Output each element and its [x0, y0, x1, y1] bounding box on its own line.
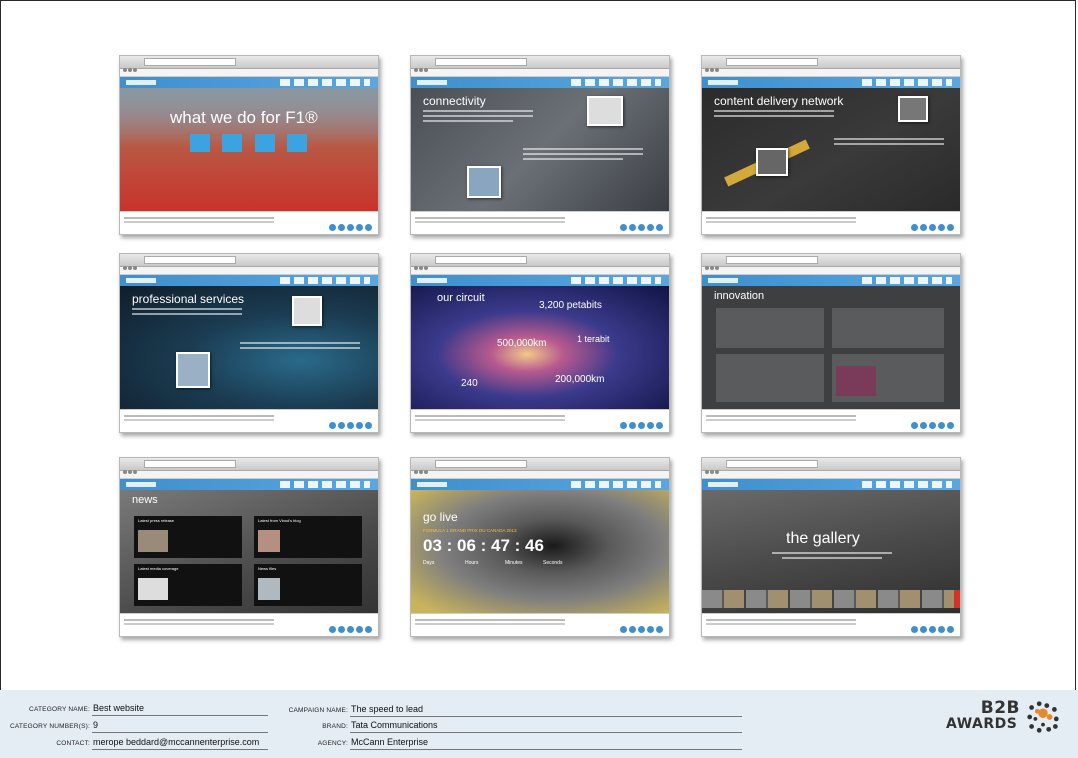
stat: 500,000km — [497, 338, 547, 349]
logo-line1: B2B — [980, 698, 1020, 718]
contact-value: merope beddard@mccannenterprise.com — [93, 737, 260, 747]
awards-badge-icon — [1027, 701, 1059, 733]
thumbnail-title: connectivity — [423, 94, 486, 108]
logo-line2: AWARDS — [946, 716, 1018, 732]
countdown-unit: Minutes — [505, 560, 523, 566]
stat: 3,200 petabits — [539, 300, 602, 311]
thumbnail-title: our circuit — [437, 292, 485, 304]
thumbnail-what-we-do: what we do for F1® — [119, 55, 379, 235]
entry-board: what we do for F1® connectivity content … — [0, 0, 1076, 690]
countdown: 03 : 06 : 47 : 46 — [423, 536, 544, 555]
news-box-label: Latest press release — [138, 518, 175, 523]
news-box-label: Latest media coverage — [138, 566, 179, 571]
thumbnail-our-circuit: our circuit 3,200 petabits 1 terabit 500… — [410, 253, 670, 433]
category-number-label: Category number(s): — [9, 723, 90, 730]
thumbnail-innovation: innovation — [701, 253, 961, 433]
brand-value: Tata Communications — [351, 720, 438, 730]
news-box-label: Latest from Vinod's blog — [258, 518, 301, 523]
thumbnail-content-delivery: content delivery network — [701, 55, 961, 235]
thumbnail-connectivity: connectivity — [410, 55, 670, 235]
contact-label: Contact: — [56, 740, 90, 747]
stat: 240 — [461, 378, 478, 389]
brand-label: Brand: — [322, 723, 348, 730]
thumbnail-gallery: the gallery — [701, 457, 961, 637]
category-name-value: Best website — [93, 703, 145, 713]
thumbnail-title: content delivery network — [714, 94, 844, 108]
event-subtitle: FORMULA 1 GRAND PRIX DU CANADA 2013 — [423, 528, 517, 533]
thumbnail-news: news Latest press release Latest from Vi… — [119, 457, 379, 637]
category-name-label: Category name: — [29, 706, 90, 713]
stat: 200,000km — [555, 374, 605, 385]
thumbnail-title: the gallery — [786, 530, 860, 547]
stat: 1 terabit — [577, 334, 610, 344]
agency-value: McCann Enterprise — [351, 737, 429, 747]
thumbnail-title: news — [132, 494, 158, 506]
agency-label: Agency: — [317, 740, 348, 747]
feature-icons — [190, 134, 308, 157]
countdown-unit: Seconds — [543, 560, 563, 566]
countdown-unit: Days — [423, 560, 435, 566]
thumbnail-title: go live — [423, 510, 458, 524]
thumbnail-title: innovation — [714, 290, 765, 302]
countdown-unit: Hours — [465, 560, 479, 566]
b2b-awards-logo: B2B AWARDS — [946, 698, 1020, 733]
thumbnail-title: what we do for F1® — [170, 108, 318, 127]
entry-info-panel: Category name: Best website Category num… — [0, 690, 1078, 758]
thumbnail-title: professional services — [132, 292, 245, 306]
thumbnail-go-live: go live FORMULA 1 GRAND PRIX DU CANADA 2… — [410, 457, 670, 637]
campaign-name-label: Campaign name: — [288, 707, 348, 714]
news-box-label: News files — [258, 566, 277, 571]
category-number-value: 9 — [93, 720, 99, 730]
thumbnail-professional-services: professional services — [119, 253, 379, 433]
campaign-name-value: The speed to lead — [351, 704, 424, 714]
